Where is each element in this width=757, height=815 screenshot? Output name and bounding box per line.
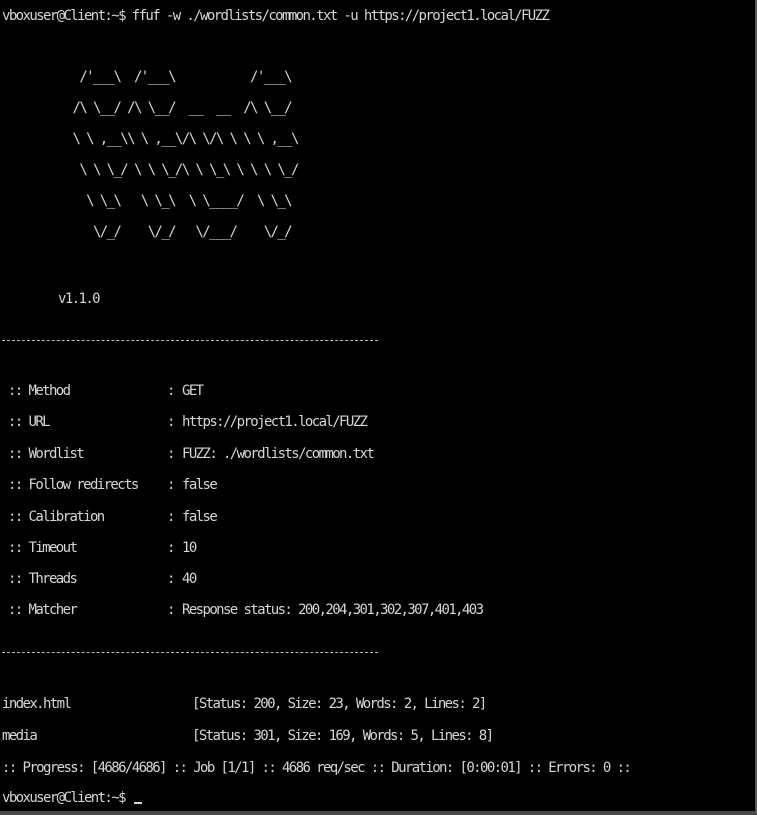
result-status: [Status: 301, Size: 169, Words: 5, Lines…	[192, 728, 494, 744]
shell-prompt[interactable]: vboxuser@Client:~$	[2, 788, 142, 808]
config-key: :: URL	[8, 414, 51, 430]
progress-line: :: Progress: [4686/4686] :: Job [1/1] ::…	[2, 760, 632, 776]
config-colon: :	[167, 414, 175, 430]
config-key: :: Timeout	[8, 540, 78, 556]
config-colon: :	[167, 540, 175, 556]
result-status: [Status: 200, Size: 23, Words: 2, Lines:…	[192, 696, 487, 712]
result-path: media	[2, 728, 38, 744]
config-key: :: Wordlist	[8, 446, 85, 462]
config-value: GET	[182, 383, 204, 399]
config-value: FUZZ: ./wordlists/common.txt	[182, 446, 375, 462]
command-line: vboxuser@Client:~$ ffuf -w ./wordlists/c…	[2, 8, 550, 24]
config-value: Response status: 200,204,301,302,307,401…	[182, 602, 484, 618]
config-key: :: Calibration	[8, 509, 105, 525]
prompt-text: vboxuser@Client:~$	[2, 790, 132, 806]
ffuf-ascii-banner: /'___\ /'___\ /'___\ /\ \__/ /\ \__/ __ …	[72, 69, 299, 240]
config-key: :: Method	[8, 383, 71, 399]
config-value: 10	[182, 540, 197, 556]
config-key: :: Follow redirects	[8, 477, 139, 493]
config-colon: :	[167, 509, 175, 525]
config-value: 40	[182, 571, 197, 587]
version-label: v1.1.0	[58, 291, 101, 307]
config-colon: :	[167, 571, 175, 587]
result-path: index.html	[2, 696, 72, 712]
terminal-window[interactable]: vboxuser@Client:~$ ffuf -w ./wordlists/c…	[0, 0, 757, 815]
config-colon: :	[167, 383, 175, 399]
config-colon: :	[167, 477, 175, 493]
config-key: :: Matcher	[8, 602, 78, 618]
separator-top	[2, 340, 378, 341]
separator-bottom	[2, 652, 378, 653]
config-value: false	[182, 509, 218, 525]
config-value: false	[182, 477, 218, 493]
text-cursor	[133, 802, 142, 804]
config-key: :: Threads	[8, 571, 78, 587]
config-value: https://project1.local/FUZZ	[182, 414, 368, 430]
config-colon: :	[167, 602, 175, 618]
config-colon: :	[167, 446, 175, 462]
